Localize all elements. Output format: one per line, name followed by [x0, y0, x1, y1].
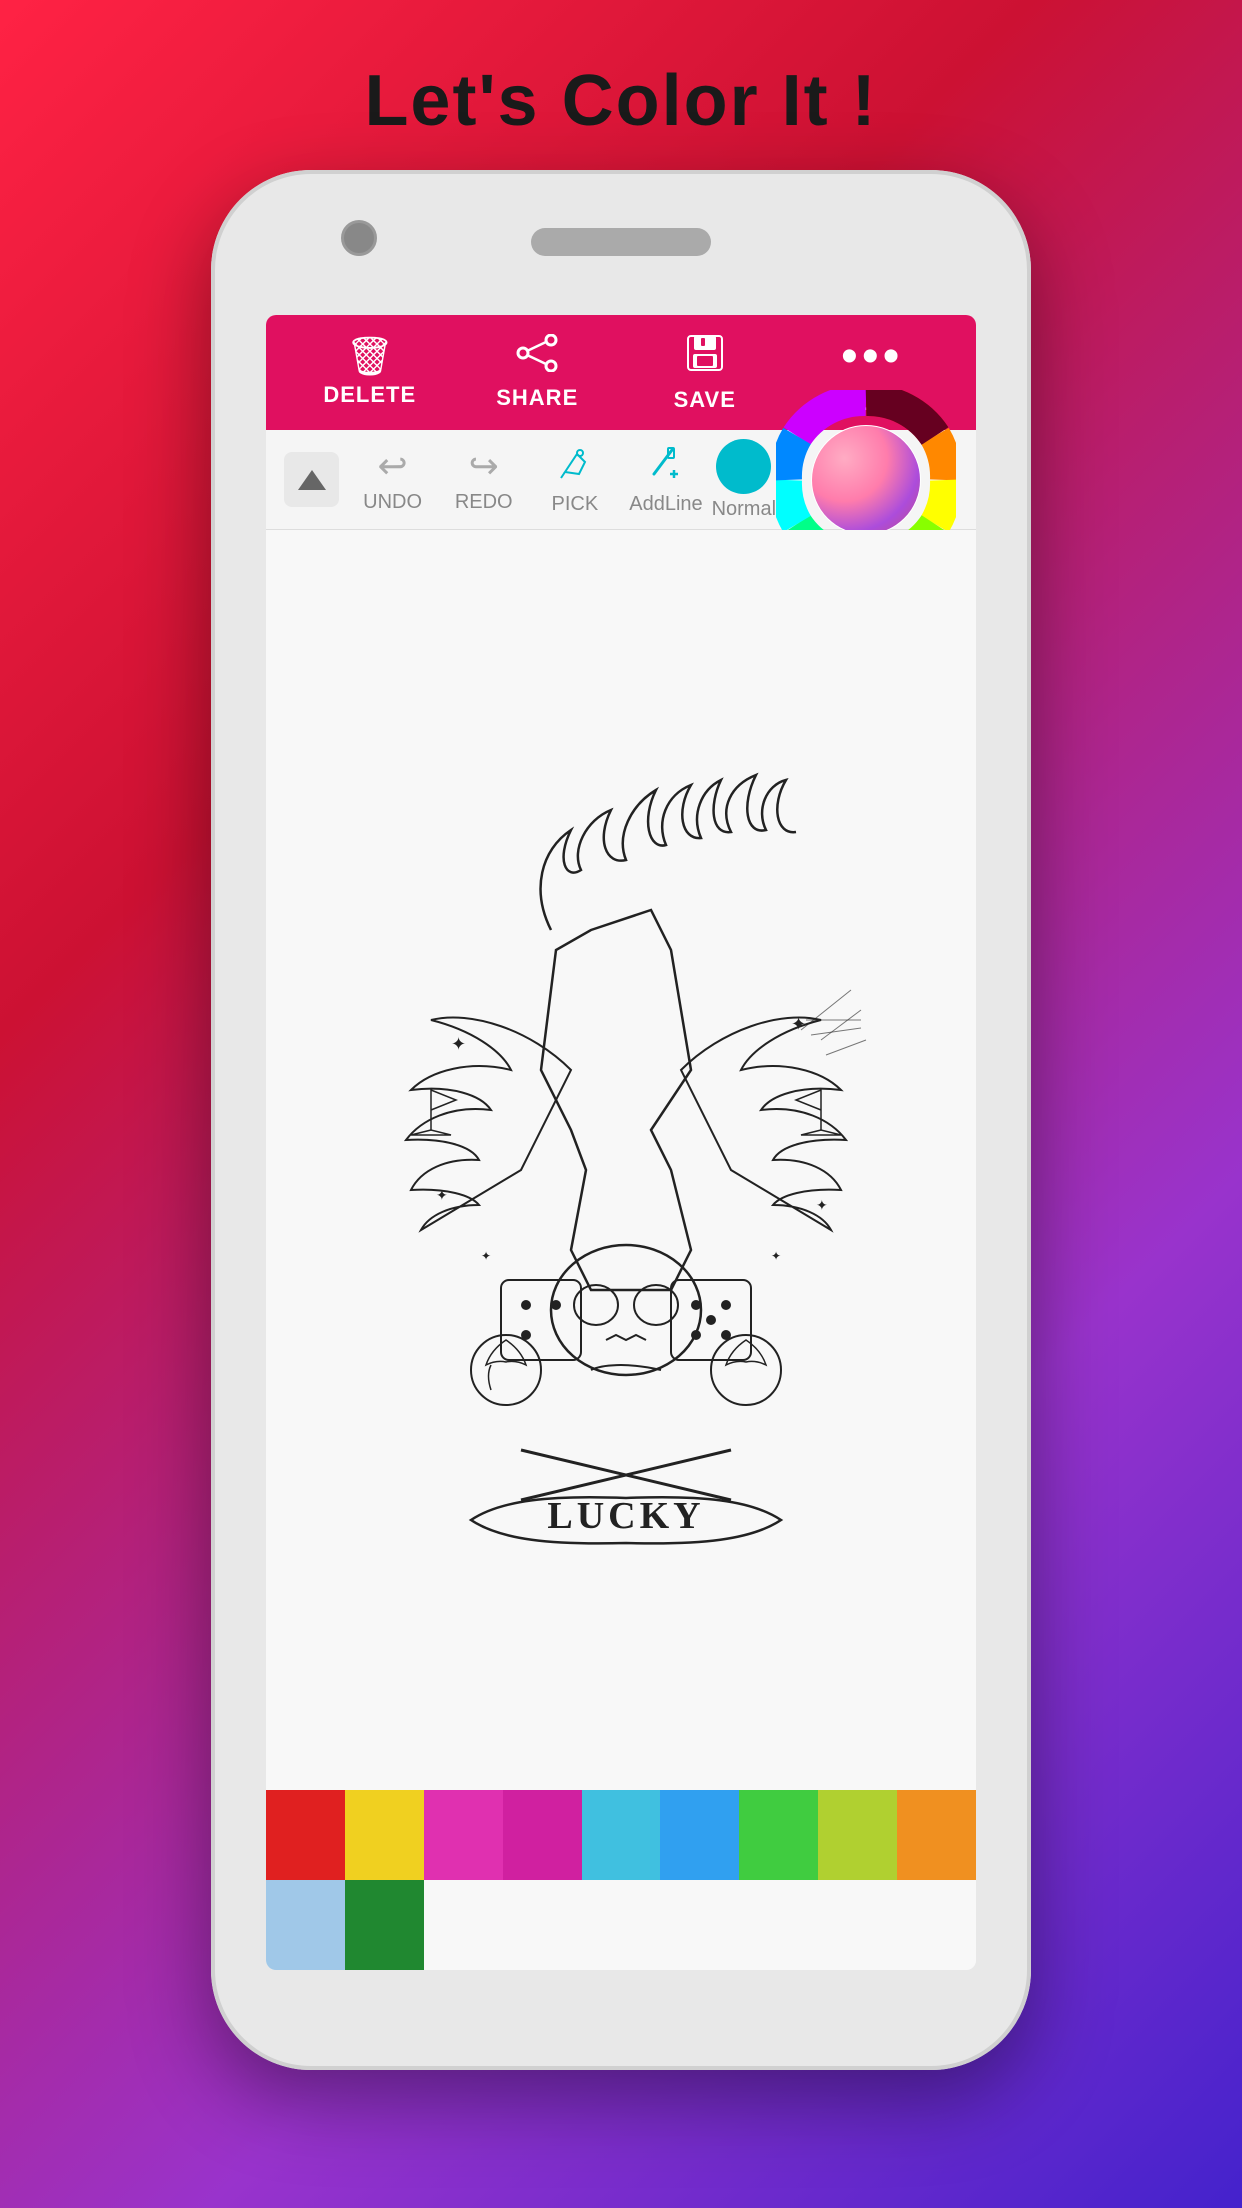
svg-text:✦: ✦: [481, 1249, 491, 1263]
palette-row-2: [266, 1880, 976, 1970]
redo-label: REDO: [455, 491, 513, 514]
normal-color-indicator: [716, 439, 771, 494]
swatch-lime[interactable]: [818, 1790, 897, 1880]
swatch-white-7[interactable]: [897, 1880, 976, 1970]
pick-label: PICK: [552, 493, 599, 516]
app-title: Let's Color It !: [0, 0, 1242, 142]
canvas-area[interactable]: LUCKY ✦ ✦ ✦ ✦ ✦ ✦: [266, 530, 976, 1790]
phone-speaker: [531, 228, 711, 256]
undo-icon: ↩: [377, 445, 407, 487]
undo-label: UNDO: [363, 491, 422, 514]
share-icon: [516, 334, 558, 379]
save-button[interactable]: SAVE: [621, 332, 789, 413]
phone-frame: 🗑 DELETE SHARE: [211, 170, 1031, 2070]
save-label: SAVE: [674, 387, 736, 413]
swatch-light-blue[interactable]: [266, 1880, 345, 1970]
undo-button[interactable]: ↩ UNDO: [347, 445, 438, 514]
svg-text:✦: ✦: [816, 1197, 828, 1213]
phone-camera: [341, 220, 377, 256]
pick-icon: [557, 444, 593, 489]
svg-text:✦: ✦: [791, 1014, 806, 1034]
addline-label: AddLine: [629, 493, 702, 516]
svg-text:✦: ✦: [451, 1034, 466, 1054]
addline-button[interactable]: AddLine: [620, 444, 711, 516]
share-button[interactable]: SHARE: [454, 334, 622, 411]
swatch-white-4[interactable]: [660, 1880, 739, 1970]
delete-button[interactable]: 🗑 DELETE: [286, 338, 454, 408]
color-inner-fill: [812, 426, 920, 534]
delete-icon: 🗑: [346, 338, 394, 376]
app-background: Let's Color It ! 🗑 DELETE: [0, 0, 1242, 142]
phone-screen: 🗑 DELETE SHARE: [266, 315, 976, 1970]
pick-button[interactable]: PICK: [529, 444, 620, 516]
swatch-magenta[interactable]: [503, 1790, 582, 1880]
swatch-cyan[interactable]: [582, 1790, 661, 1880]
collapse-button[interactable]: [284, 452, 339, 507]
sub-toolbar: ↩ UNDO ↪ REDO PICK: [266, 430, 976, 530]
tattoo-artwork: LUCKY ✦ ✦ ✦ ✦ ✦ ✦: [371, 750, 871, 1570]
svg-text:LUCKY: LUCKY: [547, 1495, 704, 1537]
swatch-white-6[interactable]: [818, 1880, 897, 1970]
swatch-white-5[interactable]: [739, 1880, 818, 1970]
swatch-white-1[interactable]: [424, 1880, 503, 1970]
normal-label: Normal: [712, 498, 776, 521]
redo-icon: ↪: [469, 445, 499, 487]
svg-text:✦: ✦: [436, 1187, 448, 1203]
redo-button[interactable]: ↪ REDO: [438, 445, 529, 514]
normal-button[interactable]: Normal: [712, 439, 776, 521]
swatch-dark-green[interactable]: [345, 1880, 424, 1970]
swatch-white-3[interactable]: [582, 1880, 661, 1970]
share-label: SHARE: [496, 385, 578, 411]
save-icon: [684, 332, 726, 381]
swatch-pink[interactable]: [424, 1790, 503, 1880]
svg-text:✦: ✦: [771, 1249, 781, 1263]
swatch-blue[interactable]: [660, 1790, 739, 1880]
swatch-yellow[interactable]: [345, 1790, 424, 1880]
swatch-white-2[interactable]: [503, 1880, 582, 1970]
color-palette: [266, 1790, 976, 1970]
addline-icon: [648, 444, 684, 489]
swatch-red[interactable]: [266, 1790, 345, 1880]
swatch-green[interactable]: [739, 1790, 818, 1880]
delete-label: DELETE: [323, 382, 416, 408]
more-dots-icon: •••: [841, 329, 903, 384]
swatch-orange[interactable]: [897, 1790, 976, 1880]
palette-row-1: [266, 1790, 976, 1880]
